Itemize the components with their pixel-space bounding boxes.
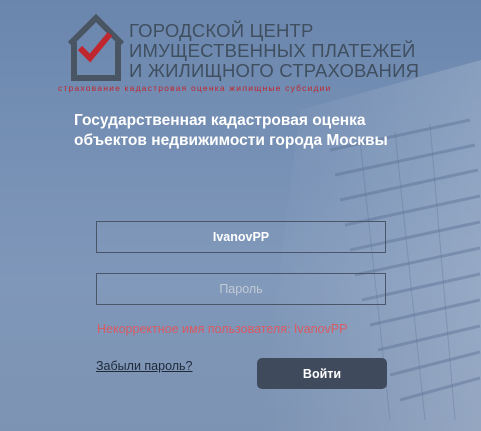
logo-line-3: И ЖИЛИЩНОГО СТРАХОВАНИЯ <box>129 60 420 81</box>
logo-tagline: страхование кадастровая оценка жилищные … <box>58 83 332 93</box>
username-field <box>96 221 386 253</box>
login-page: ГОРОДСКОЙ ЦЕНТР ИМУЩЕСТВЕННЫХ ПЛАТЕЖЕЙ И… <box>0 0 481 431</box>
logo-text: ГОРОДСКОЙ ЦЕНТР ИМУЩЕСТВЕННЫХ ПЛАТЕЖЕЙ И… <box>129 21 419 81</box>
login-button[interactable]: Войти <box>257 358 387 389</box>
logo-line-2: ИМУЩЕСТВЕННЫХ ПЛАТЕЖЕЙ <box>129 40 416 61</box>
error-message: Некорректное имя пользователя: IvanovPP <box>97 322 348 336</box>
page-title-line-2: объектов недвижимости города Москвы <box>74 132 388 149</box>
page-title-line-1: Государственная кадастровая оценка <box>74 112 366 129</box>
password-input[interactable] <box>97 273 385 305</box>
house-checkmark-logo-icon <box>67 13 125 81</box>
forgot-password-link[interactable]: Забыли пароль? <box>96 359 193 373</box>
organization-logo: ГОРОДСКОЙ ЦЕНТР ИМУЩЕСТВЕННЫХ ПЛАТЕЖЕЙ И… <box>58 8 426 98</box>
password-field <box>96 273 386 305</box>
page-title: Государственная кадастровая оценка объек… <box>74 111 388 151</box>
username-input[interactable] <box>97 221 385 253</box>
logo-line-1: ГОРОДСКОЙ ЦЕНТР <box>129 20 314 41</box>
